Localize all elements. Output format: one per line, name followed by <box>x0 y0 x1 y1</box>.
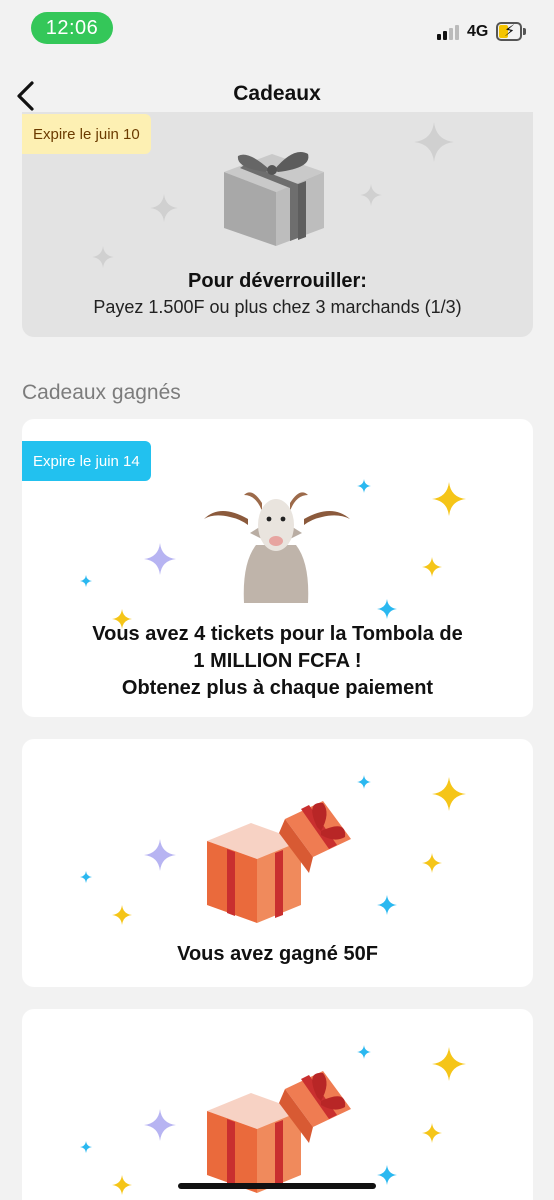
sparkle-icon <box>422 557 442 577</box>
cash-reward-text: Vous avez gagné 50F <box>177 943 378 965</box>
open-gift-icon <box>207 801 351 923</box>
won-gift-card-tombola[interactable]: Expire le juin 14 Vous avez 4 tickets po… <box>22 419 533 717</box>
sparkle-icon <box>377 599 397 619</box>
sparkle-icon <box>150 194 178 222</box>
expiry-badge: Expire le juin 10 <box>22 114 151 154</box>
sparkle-icon <box>112 1175 132 1195</box>
sparkle-icon <box>144 839 176 871</box>
unlock-title: Pour déverrouiller: <box>188 270 367 292</box>
sparkle-icon <box>144 543 176 575</box>
locked-gift-card[interactable]: Expire le juin 10 Pour déverrouiller: Pa… <box>22 112 533 337</box>
sparkle-icon <box>357 479 371 493</box>
sparkle-icon <box>432 482 466 516</box>
sparkle-icon <box>357 1045 371 1059</box>
sparkle-icon <box>432 1047 466 1081</box>
won-gift-card-partial[interactable] <box>22 1009 533 1200</box>
goat-icon <box>204 492 350 603</box>
expiry-badge: Expire le juin 14 <box>22 441 151 481</box>
tombola-line-3: Obtenez plus à chaque paiement <box>121 677 434 699</box>
home-indicator[interactable] <box>178 1183 376 1189</box>
sparkle-icon <box>112 905 132 925</box>
sparkle-icon <box>80 871 92 883</box>
sparkle-icon <box>357 775 371 789</box>
battery-icon: ⚡ <box>496 22 526 41</box>
section-title: Cadeaux gagnés <box>22 381 181 404</box>
sparkle-icon <box>360 184 382 206</box>
sparkle-icon <box>432 777 466 811</box>
status-time: 12:06 <box>31 12 113 44</box>
sparkle-icon <box>144 1109 176 1141</box>
sparkle-icon <box>377 895 397 915</box>
cellular-signal-icon <box>437 24 463 40</box>
tombola-line-1: Vous avez 4 tickets pour la Tombola de <box>92 623 463 645</box>
sparkle-icon <box>80 1141 92 1153</box>
tombola-message: Vous avez 4 tickets pour la Tombola de 1… <box>22 621 533 702</box>
tombola-line-2: 1 MILLION FCFA ! <box>193 650 362 672</box>
network-type: 4G <box>467 23 489 40</box>
sparkle-icon <box>92 246 114 268</box>
sparkle-icon <box>422 1123 442 1143</box>
sparkle-icon <box>80 575 92 587</box>
sparkle-icon <box>377 1165 397 1185</box>
won-gift-card-cash[interactable]: Vous avez gagné 50F <box>22 739 533 987</box>
page-title: Cadeaux <box>233 82 321 105</box>
sparkle-icon <box>414 122 454 162</box>
sparkle-icon <box>422 853 442 873</box>
status-bar: 12:06 4G ⚡ <box>0 0 554 58</box>
locked-gift-icon <box>224 152 324 246</box>
unlock-description: Payez 1.500F ou plus chez 3 marchands (1… <box>93 297 462 317</box>
open-gift-icon <box>207 1071 351 1193</box>
